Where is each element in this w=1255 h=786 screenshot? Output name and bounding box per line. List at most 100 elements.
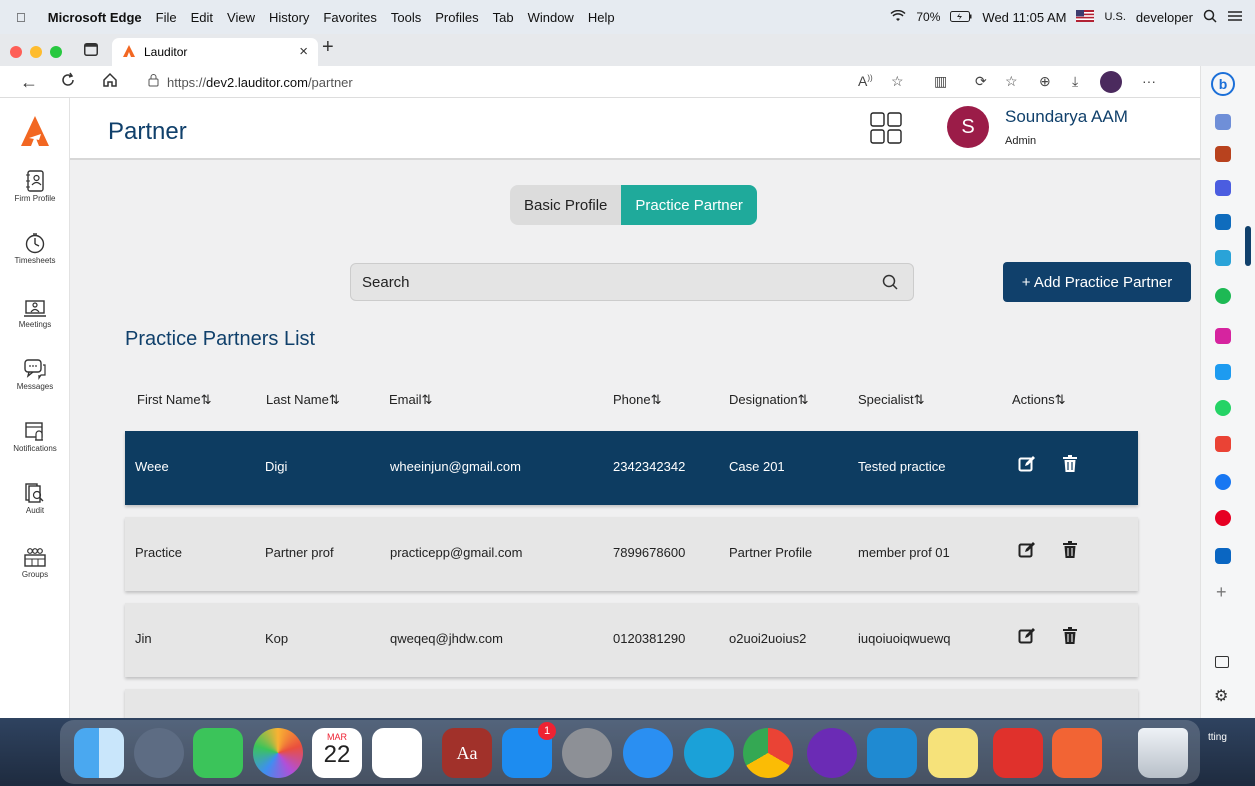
profile-avatar-icon[interactable] — [1100, 71, 1122, 93]
delete-icon[interactable] — [1062, 541, 1078, 562]
column-header-designation[interactable]: Designation⇅ — [729, 392, 809, 408]
notes-icon[interactable] — [928, 728, 978, 778]
sort-icon[interactable]: ⇅ — [422, 392, 433, 407]
sort-icon[interactable]: ⇅ — [201, 392, 212, 407]
sidebar-item-audit[interactable]: Audit — [0, 482, 70, 515]
column-header-email[interactable]: Email⇅ — [389, 392, 432, 408]
url-field[interactable]: https://dev2.lauditor.com/partner — [138, 69, 888, 95]
firefox-icon[interactable] — [807, 728, 857, 778]
system-preferences-icon[interactable] — [562, 728, 612, 778]
add-sidebar-app-icon[interactable]: + — [1216, 582, 1227, 603]
extensions-icon[interactable]: ⟳ — [975, 73, 987, 90]
clock[interactable]: Wed 11:05 AM — [982, 10, 1066, 25]
launchpad-icon[interactable] — [134, 728, 184, 778]
bing-chat-icon[interactable]: b — [1211, 72, 1235, 96]
wps-office-icon[interactable] — [993, 728, 1043, 778]
dictionary-icon[interactable]: Aa — [442, 728, 492, 778]
outlook-icon[interactable] — [1215, 214, 1231, 230]
menu-file[interactable]: File — [156, 10, 177, 25]
edit-icon[interactable] — [1018, 455, 1036, 476]
column-header-last-name[interactable]: Last Name⇅ — [266, 392, 340, 408]
home-icon[interactable] — [102, 72, 118, 93]
instagram-icon[interactable] — [1215, 328, 1231, 344]
menu-tab[interactable]: Tab — [493, 10, 514, 25]
avatar[interactable]: S — [947, 106, 989, 148]
sidebar-resize-handle[interactable] — [1245, 226, 1251, 266]
search-icon[interactable] — [1215, 114, 1231, 130]
user-name-menu[interactable]: developer — [1136, 10, 1193, 25]
delete-icon[interactable] — [1062, 455, 1078, 476]
tab-actions-icon[interactable] — [84, 43, 98, 61]
immersive-reader-icon[interactable]: ▥ — [934, 73, 947, 90]
sidebar-item-messages[interactable]: Messages — [0, 358, 70, 391]
menu-view[interactable]: View — [227, 10, 255, 25]
twitter-icon[interactable] — [1215, 364, 1231, 380]
pencil-app-icon[interactable] — [1052, 728, 1102, 778]
lauditor-logo[interactable] — [19, 114, 51, 153]
delete-icon[interactable] — [1062, 627, 1078, 648]
read-aloud-icon[interactable]: A)) — [858, 73, 873, 89]
wifi-icon[interactable] — [890, 9, 906, 25]
gmail-icon[interactable] — [1215, 436, 1231, 452]
column-header-actions[interactable]: Actions⇅ — [1012, 392, 1066, 408]
edge-icon[interactable] — [684, 728, 734, 778]
apple-logo-icon[interactable]:  — [16, 10, 26, 25]
shopping-icon[interactable] — [1215, 146, 1231, 162]
download-icon[interactable]: ⤓ — [1072, 73, 1078, 90]
table-row[interactable]: Jin Kop qweqeq@jhdw.com 0120381290 o2uoi… — [125, 603, 1138, 677]
tab-basic-profile[interactable]: Basic Profile — [510, 185, 622, 225]
back-icon[interactable]: ← — [20, 72, 38, 93]
finder-icon[interactable] — [74, 728, 124, 778]
apps-grid-icon[interactable] — [870, 112, 902, 144]
window-minimize-button[interactable] — [30, 46, 42, 58]
chrome-icon[interactable] — [743, 728, 793, 778]
sidebar-item-meetings[interactable]: Meetings — [0, 296, 70, 329]
sort-icon[interactable]: ⇅ — [651, 392, 662, 407]
battery-icon[interactable] — [950, 10, 972, 25]
edit-icon[interactable] — [1018, 541, 1036, 562]
sort-icon[interactable]: ⇅ — [1055, 392, 1066, 407]
table-row[interactable]: Weee Digi wheeinjun@gmail.com 2342342342… — [125, 431, 1138, 505]
add-favorite-icon[interactable]: ☆ — [891, 73, 904, 90]
sort-icon[interactable]: ⇅ — [329, 392, 340, 407]
safari-icon[interactable] — [623, 728, 673, 778]
whatsapp-icon[interactable] — [1215, 400, 1231, 416]
linkedin-icon[interactable] — [1215, 548, 1231, 564]
search-icon[interactable] — [881, 273, 899, 295]
menu-favorites[interactable]: Favorites — [323, 10, 376, 25]
sort-icon[interactable]: ⇅ — [914, 392, 925, 407]
search-input[interactable]: Search — [350, 263, 914, 301]
telegram-icon[interactable] — [1215, 250, 1231, 266]
table-row[interactable]: Practice Partner prof practicepp@gmail.c… — [125, 517, 1138, 591]
menu-edit[interactable]: Edit — [191, 10, 213, 25]
browser-tab[interactable]: Lauditor × — [112, 38, 318, 66]
reminders-icon[interactable] — [372, 728, 422, 778]
facetime-icon[interactable] — [193, 728, 243, 778]
table-row[interactable] — [125, 689, 1138, 718]
us-flag-icon[interactable] — [1076, 9, 1095, 25]
battery-percent[interactable]: 70% — [916, 10, 940, 24]
window-close-button[interactable] — [10, 46, 22, 58]
window-zoom-button[interactable] — [50, 46, 62, 58]
app-store-icon[interactable]: 1 — [502, 722, 556, 778]
favorites-icon[interactable]: ☆ — [1005, 73, 1018, 90]
column-header-first-name[interactable]: First Name⇅ — [137, 392, 211, 408]
sidebar-item-firm-profile[interactable]: Firm Profile — [0, 170, 70, 203]
refresh-icon[interactable] — [60, 72, 76, 93]
menu-app-name[interactable]: Microsoft Edge — [48, 10, 142, 25]
photos-icon[interactable] — [253, 728, 303, 778]
settings-icon[interactable]: ⚙ — [1214, 686, 1228, 706]
more-icon[interactable]: ··· — [1142, 73, 1156, 89]
tab-practice-partner[interactable]: Practice Partner — [621, 185, 757, 225]
column-header-phone[interactable]: Phone⇅ — [613, 392, 662, 408]
column-header-specialist[interactable]: Specialist⇅ — [858, 392, 925, 408]
office-icon[interactable] — [1215, 180, 1231, 196]
sidebar-toggle-icon[interactable] — [1215, 656, 1229, 668]
edit-icon[interactable] — [1018, 627, 1036, 648]
menu-help[interactable]: Help — [588, 10, 615, 25]
user-name[interactable]: Soundarya AAM — [1005, 107, 1128, 127]
pinterest-icon[interactable] — [1215, 510, 1231, 526]
calendar-icon[interactable]: MAR 22 — [312, 728, 362, 778]
vscode-icon[interactable] — [867, 728, 917, 778]
new-tab-icon[interactable]: + — [322, 36, 334, 59]
